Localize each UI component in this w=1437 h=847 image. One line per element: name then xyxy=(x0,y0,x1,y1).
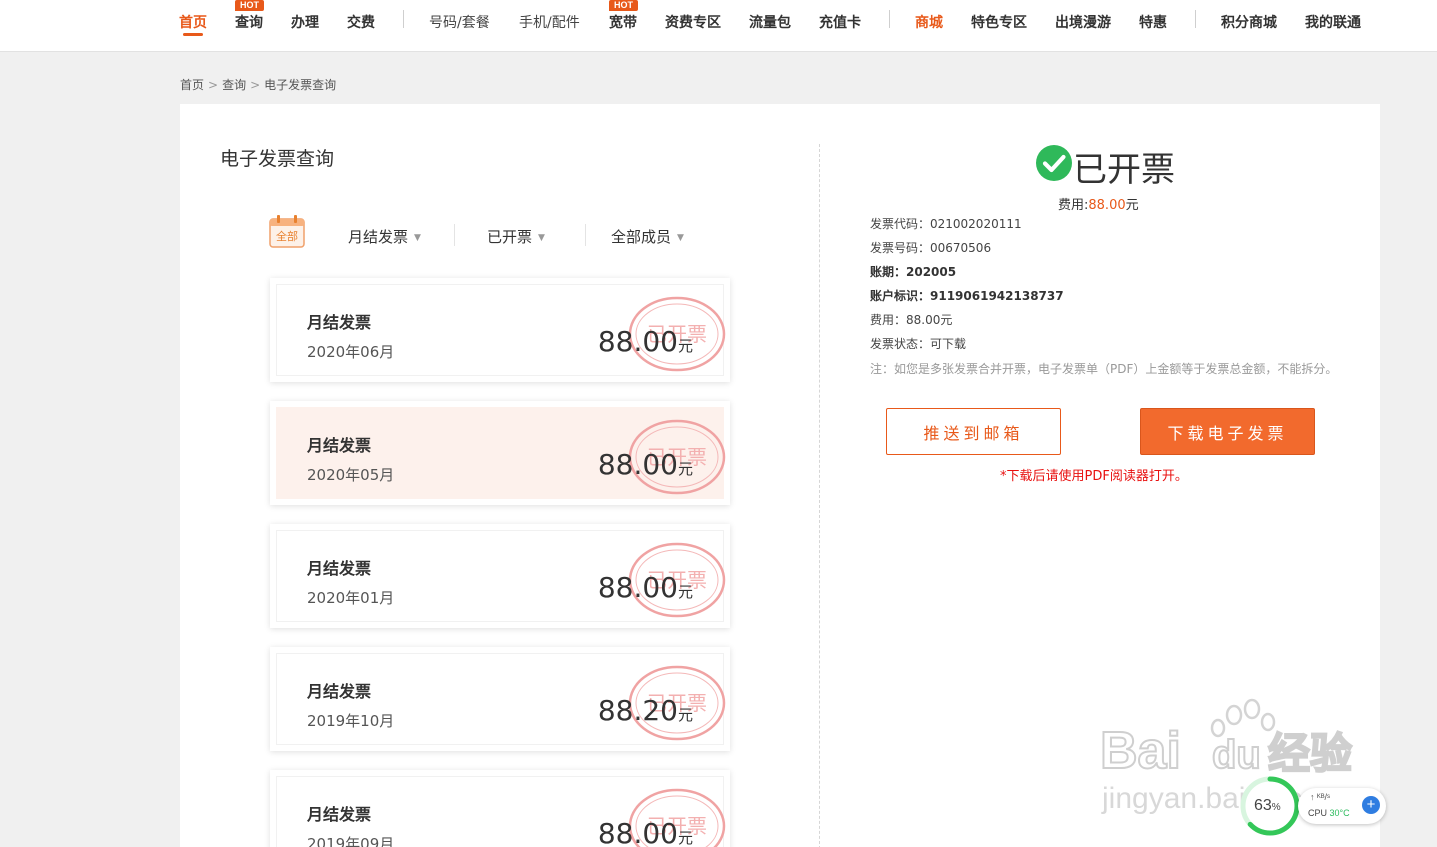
hot-badge: HOT xyxy=(609,0,638,11)
billing-period: 账期：202005 xyxy=(870,265,957,279)
invoice-type-dropdown[interactable]: 月结发票 ▼ xyxy=(348,226,421,247)
nav-item-data-pack[interactable]: 流量包 xyxy=(749,12,791,32)
invoice-card[interactable]: 月结发票 2019年09月 已开票 88.00元 xyxy=(270,770,730,847)
nav-item-phone-accessories[interactable]: 手机/配件 xyxy=(519,12,580,32)
nav-item-number-plan[interactable]: 号码/套餐 xyxy=(429,12,490,32)
invoice-card-body: 月结发票 2019年10月 已开票 88.20元 xyxy=(276,653,726,745)
invoice-date: 2020年06月 xyxy=(307,343,395,361)
dropdown-arrow-icon: ▼ xyxy=(414,233,421,243)
fee-summary: 费用:88.00元 xyxy=(1058,198,1139,213)
nav-item-deals[interactable]: 特惠 xyxy=(1139,12,1167,32)
invoice-title: 月结发票 xyxy=(307,805,372,824)
invoice-card[interactable]: 月结发票 2019年10月 已开票 88.20元 xyxy=(270,647,730,751)
hot-badge: HOT xyxy=(235,0,264,11)
member-dropdown[interactable]: 全部成员 ▼ xyxy=(611,226,684,247)
network-speed: ↑ ᴷᴮ/ˢ xyxy=(1310,792,1331,802)
account-id: 账户标识：9119061942138737 xyxy=(870,289,1064,303)
nav-item-my-unicom[interactable]: 我的联通 xyxy=(1305,12,1361,32)
download-hint: *下载后请使用PDF阅读器打开。 xyxy=(1000,469,1188,484)
invoice-code: 发票代码：021002020111 xyxy=(870,217,1022,231)
invoice-card-body: 月结发票 2020年05月 已开票 88.00元 xyxy=(276,407,726,499)
invoice-date: 2019年10月 xyxy=(307,712,395,730)
check-circle-icon xyxy=(1036,145,1072,181)
invoice-number: 发票号码：00670506 xyxy=(870,241,992,255)
nav-item-featured[interactable]: 特色专区 xyxy=(971,12,1027,32)
dropdown-arrow-icon: ▼ xyxy=(677,233,684,243)
nav-item-roaming[interactable]: 出境漫游 xyxy=(1055,12,1111,32)
invoice-amount: 88.20元 xyxy=(597,694,693,727)
cpu-monitor-widget[interactable]: 63% ↑ ᴷᴮ/ˢ CPU 30°C + xyxy=(1240,776,1390,836)
invoice-title: 月结发票 xyxy=(307,313,372,332)
panel-divider xyxy=(819,144,820,847)
breadcrumb-query[interactable]: 查询 xyxy=(222,78,246,92)
active-indicator xyxy=(183,33,203,36)
invoice-title: 月结发票 xyxy=(307,436,372,455)
top-navigation: 首页 HOT 查询 办理 交费 号码/套餐 手机/配件 HOT 宽带 资费专区 … xyxy=(0,0,1437,52)
fee-detail: 费用：88.00元 xyxy=(870,313,953,327)
nav-item-recharge-card[interactable]: 充值卡 xyxy=(819,12,861,32)
invoice-title: 月结发票 xyxy=(307,682,372,701)
nav-item-points-mall[interactable]: 积分商城 xyxy=(1221,12,1277,32)
invoice-amount: 88.00元 xyxy=(597,448,693,481)
invoice-status-header: 已开票 xyxy=(1035,144,1235,190)
nav-item-pay[interactable]: 交费 xyxy=(347,12,375,32)
invoice-amount: 88.00元 xyxy=(597,571,693,604)
page-title: 电子发票查询 xyxy=(220,148,335,170)
calendar-label: 全部 xyxy=(276,229,298,243)
download-invoice-button[interactable]: 下载电子发票 xyxy=(1140,408,1315,455)
nav-item-handle[interactable]: 办理 xyxy=(291,12,319,32)
breadcrumb-current: 电子发票查询 xyxy=(264,78,337,92)
invoice-title: 月结发票 xyxy=(307,559,372,578)
breadcrumb-separator: > xyxy=(208,78,219,92)
breadcrumb-home[interactable]: 首页 xyxy=(180,78,204,92)
filter-divider xyxy=(454,224,455,246)
invoice-status-text: 已开票 xyxy=(1073,150,1175,190)
nav-item-broadband[interactable]: HOT 宽带 xyxy=(609,0,638,32)
invoice-status-dropdown[interactable]: 已开票 ▼ xyxy=(487,226,545,247)
cpu-percent: 63% xyxy=(1254,797,1281,814)
invoice-card-body: 月结发票 2020年06月 已开票 88.00元 xyxy=(276,284,726,376)
nav-divider xyxy=(403,10,404,28)
nav-divider xyxy=(889,10,890,28)
invoice-amount: 88.00元 xyxy=(597,817,693,847)
invoice-date: 2020年05月 xyxy=(307,466,395,484)
download-status: 发票状态：可下载 xyxy=(870,337,967,351)
fee-value: 88.00 xyxy=(1088,198,1126,213)
invoice-card-body: 月结发票 2019年09月 已开票 88.00元 xyxy=(276,776,726,847)
dropdown-arrow-icon: ▼ xyxy=(538,233,545,243)
nav-item-mall[interactable]: 商城 xyxy=(915,12,943,32)
invoice-date: 2020年01月 xyxy=(307,589,395,607)
filter-divider xyxy=(585,224,586,246)
nav-item-home[interactable]: 首页 xyxy=(179,12,207,36)
invoice-amount: 88.00元 xyxy=(597,325,693,358)
invoice-card[interactable]: 月结发票 2020年06月 已开票 88.00元 xyxy=(270,278,730,382)
breadcrumb: 首页 > 查询 > 电子发票查询 xyxy=(180,76,336,93)
main-panel: 电子发票查询 全部 月结发票 ▼ 已开票 ▼ 全部成员 ▼ 月结发票 2020年06月已… xyxy=(180,104,1380,847)
nav-item-query[interactable]: HOT 查询 xyxy=(235,0,264,32)
plus-icon[interactable]: + xyxy=(1362,796,1380,814)
invoice-date: 2019年09月 xyxy=(307,835,395,847)
invoice-card-body: 月结发票 2020年01月 已开票 88.00元 xyxy=(276,530,726,622)
invoice-note: 注：如您是多张发票合并开票，电子发票单（PDF）上金额等于发票总金额，不能拆分。 xyxy=(870,362,1338,376)
nav-divider xyxy=(1195,10,1196,28)
cpu-info-box: ↑ ᴷᴮ/ˢ CPU 30°C + xyxy=(1298,788,1386,824)
cpu-temperature: CPU 30°C xyxy=(1308,808,1350,818)
nav-item-tariff-zone[interactable]: 资费专区 xyxy=(665,12,721,32)
invoice-card[interactable]: 月结发票 2020年05月 已开票 88.00元 xyxy=(270,401,730,505)
breadcrumb-separator: > xyxy=(250,78,261,92)
push-to-email-button[interactable]: 推送到邮箱 xyxy=(886,408,1061,455)
invoice-card[interactable]: 月结发票 2020年01月 已开票 88.00元 xyxy=(270,524,730,628)
calendar-icon[interactable]: 全部 xyxy=(269,214,305,248)
